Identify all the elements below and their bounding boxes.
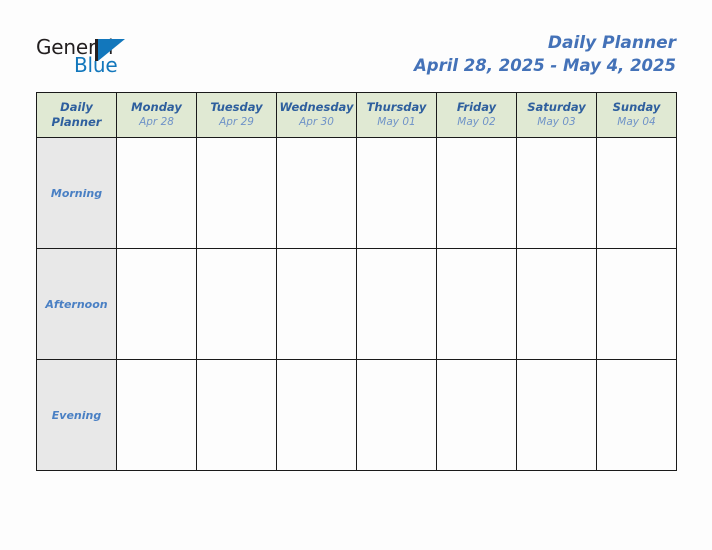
slot-evening-saturday[interactable]	[516, 359, 597, 471]
day-header-tuesday: Tuesday Apr 29	[196, 92, 277, 138]
slot-text[interactable]	[117, 249, 196, 359]
slot-text[interactable]	[357, 138, 436, 248]
planner-head: Daily Planner Monday Apr 28 Tuesday Apr …	[36, 92, 677, 138]
slot-text[interactable]	[597, 249, 676, 359]
date-range: April 28, 2025 - May 4, 2025	[414, 56, 676, 75]
day-date: Apr 29	[219, 116, 254, 128]
slot-morning-saturday[interactable]	[516, 137, 597, 249]
row-label-text: Morning	[50, 187, 103, 200]
day-name: Thursday	[366, 100, 427, 114]
day-header-wednesday: Wednesday Apr 30	[276, 92, 357, 138]
planner-row-morning: Morning	[36, 137, 677, 249]
row-label-text: Evening	[51, 409, 102, 422]
slot-morning-monday[interactable]	[116, 137, 197, 249]
day-name: Saturday	[527, 100, 586, 114]
slot-morning-thursday[interactable]	[356, 137, 437, 249]
title-block: Daily Planner April 28, 2025 - May 4, 20…	[414, 32, 676, 78]
slot-afternoon-wednesday[interactable]	[276, 248, 357, 360]
slot-evening-sunday[interactable]	[596, 359, 677, 471]
day-date: Apr 30	[299, 116, 334, 128]
day-date: May 04	[617, 116, 656, 128]
slot-text[interactable]	[597, 138, 676, 248]
daily-planner-page: General Blue Daily Planner April 28, 202…	[0, 0, 712, 550]
slot-text[interactable]	[357, 360, 436, 470]
planner-row-afternoon: Afternoon	[36, 248, 677, 360]
day-date: May 02	[457, 116, 496, 128]
day-name: Wednesday	[279, 100, 354, 114]
slot-evening-monday[interactable]	[116, 359, 197, 471]
slot-evening-thursday[interactable]	[356, 359, 437, 471]
slot-morning-tuesday[interactable]	[196, 137, 277, 249]
day-name: Sunday	[612, 100, 661, 114]
row-label-text: Afternoon	[45, 298, 108, 311]
page-title: Daily Planner	[547, 33, 676, 53]
slot-text[interactable]	[597, 360, 676, 470]
slot-text[interactable]	[277, 360, 356, 470]
day-date: May 01	[377, 116, 416, 128]
day-name: Monday	[131, 100, 182, 114]
logo-text-blue: Blue	[74, 53, 118, 77]
slot-text[interactable]	[197, 249, 276, 359]
day-name: Friday	[456, 100, 497, 114]
day-header-thursday: Thursday May 01	[356, 92, 437, 138]
slot-text[interactable]	[197, 360, 276, 470]
slot-afternoon-monday[interactable]	[116, 248, 197, 360]
planner-row-evening: Evening	[36, 359, 677, 471]
general-blue-logo: General Blue	[36, 36, 216, 82]
slot-afternoon-tuesday[interactable]	[196, 248, 277, 360]
row-label-afternoon: Afternoon	[36, 248, 117, 360]
slot-text[interactable]	[437, 249, 516, 359]
slot-text[interactable]	[437, 360, 516, 470]
slot-text[interactable]	[117, 138, 196, 248]
planner-body: Morning Afternoon Evening	[36, 137, 677, 471]
row-label-morning: Morning	[36, 137, 117, 249]
slot-text[interactable]	[277, 249, 356, 359]
corner-header-cell: Daily Planner	[36, 92, 117, 138]
corner-label-line2: Planner	[51, 115, 102, 129]
slot-evening-wednesday[interactable]	[276, 359, 357, 471]
slot-afternoon-friday[interactable]	[436, 248, 517, 360]
slot-text[interactable]	[357, 249, 436, 359]
row-label-evening: Evening	[36, 359, 117, 471]
day-header-friday: Friday May 02	[436, 92, 517, 138]
slot-evening-tuesday[interactable]	[196, 359, 277, 471]
slot-morning-wednesday[interactable]	[276, 137, 357, 249]
slot-text[interactable]	[117, 360, 196, 470]
header-row: Daily Planner Monday Apr 28 Tuesday Apr …	[36, 92, 677, 138]
day-name: Tuesday	[210, 100, 263, 114]
slot-text[interactable]	[517, 249, 596, 359]
day-date: May 03	[537, 116, 576, 128]
slot-morning-friday[interactable]	[436, 137, 517, 249]
slot-text[interactable]	[517, 138, 596, 248]
slot-morning-sunday[interactable]	[596, 137, 677, 249]
corner-label-line1: Daily	[60, 100, 93, 114]
day-header-saturday: Saturday May 03	[516, 92, 597, 138]
page-header: General Blue Daily Planner April 28, 202…	[0, 0, 712, 88]
day-header-monday: Monday Apr 28	[116, 92, 197, 138]
slot-afternoon-saturday[interactable]	[516, 248, 597, 360]
slot-text[interactable]	[277, 138, 356, 248]
slot-afternoon-thursday[interactable]	[356, 248, 437, 360]
slot-text[interactable]	[437, 138, 516, 248]
day-header-sunday: Sunday May 04	[596, 92, 677, 138]
slot-text[interactable]	[197, 138, 276, 248]
slot-evening-friday[interactable]	[436, 359, 517, 471]
planner-table: Daily Planner Monday Apr 28 Tuesday Apr …	[36, 92, 677, 471]
slot-afternoon-sunday[interactable]	[596, 248, 677, 360]
slot-text[interactable]	[517, 360, 596, 470]
day-date: Apr 28	[139, 116, 174, 128]
